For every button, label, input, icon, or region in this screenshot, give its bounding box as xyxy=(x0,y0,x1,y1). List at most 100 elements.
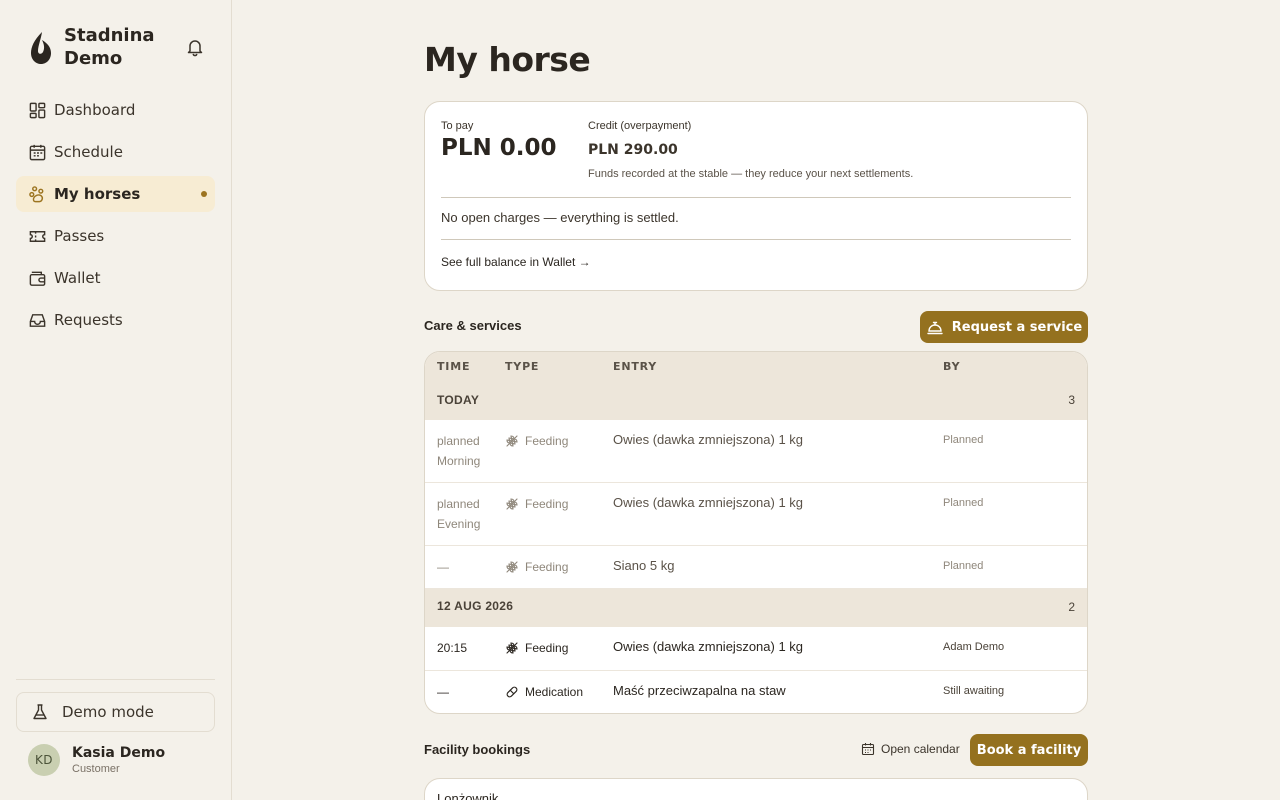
to-pay-value: PLN 0.00 xyxy=(441,135,557,161)
care-section-title: Care & services xyxy=(424,318,522,333)
grid-icon xyxy=(29,102,46,118)
time-cell: — xyxy=(437,560,449,574)
sidebar-divider xyxy=(16,679,215,680)
nav-label-passes: Passes xyxy=(54,227,105,245)
group-count: 2 xyxy=(1068,600,1075,614)
to-pay-label: To pay xyxy=(441,120,474,132)
nav-item-dashboard[interactable]: Dashboard xyxy=(16,92,215,128)
type-label: Feeding xyxy=(525,497,569,511)
type-cell: Medication xyxy=(505,682,583,702)
credit-value: PLN 290.00 xyxy=(588,142,678,158)
demo-mode-button[interactable]: Demo mode xyxy=(16,692,215,732)
flask-icon xyxy=(33,704,47,720)
brand[interactable]: Stadnina Demo xyxy=(28,24,174,70)
wheat-icon xyxy=(506,498,518,510)
sidebar-nav: Dashboard Schedule My horses Passes Wall… xyxy=(16,92,215,344)
credit-note: Funds recorded at the stable — they redu… xyxy=(588,168,914,180)
entry-cell: Owies (dawka zmniejszona) 1 kg xyxy=(613,432,804,447)
bell-icon[interactable] xyxy=(185,37,205,57)
wheat-icon xyxy=(506,561,518,573)
wallet-icon xyxy=(29,271,46,286)
table-row[interactable]: — Feeding Siano 5 kg Planned xyxy=(425,546,1087,589)
nav-item-schedule[interactable]: Schedule xyxy=(16,134,215,170)
group-row-date: 12 AUG 2026 2 xyxy=(425,589,1087,627)
by-cell: Planned xyxy=(943,434,984,446)
booking-item[interactable]: Lonżownik xyxy=(437,791,498,800)
nav-label-requests: Requests xyxy=(54,311,123,329)
user-role: Customer xyxy=(72,762,120,775)
nav-item-wallet[interactable]: Wallet xyxy=(16,260,215,296)
table-row[interactable]: 20:15 Feeding Owies (dawka zmniejszona) … xyxy=(425,627,1087,671)
by-cell: Planned xyxy=(943,560,984,572)
active-indicator-dot xyxy=(201,191,207,197)
inbox-icon xyxy=(29,313,46,327)
wallet-link[interactable]: See full balance in Wallet → xyxy=(441,255,591,269)
nav-label-schedule: Schedule xyxy=(54,143,123,161)
type-cell: Feeding xyxy=(505,431,568,451)
request-service-button[interactable]: Request a service xyxy=(920,311,1088,343)
bookings-card: Lonżownik xyxy=(424,778,1088,800)
bookings-section-title: Facility bookings xyxy=(424,742,531,757)
by-cell: Planned xyxy=(943,497,984,509)
nav-label-wallet: Wallet xyxy=(54,269,101,287)
column-header-time: TIME xyxy=(437,360,471,373)
time-status: planned xyxy=(437,434,480,448)
nav-item-my-horses[interactable]: My horses xyxy=(16,176,215,212)
page-title: My horse xyxy=(424,40,591,79)
type-cell: Feeding xyxy=(505,494,568,514)
user-name: Kasia Demo xyxy=(72,744,166,761)
column-header-type: TYPE xyxy=(505,360,540,373)
entry-cell: Owies (dawka zmniejszona) 1 kg xyxy=(613,495,804,510)
nav-item-passes[interactable]: Passes xyxy=(16,218,215,254)
time-slot: Evening xyxy=(437,517,481,531)
time-cell: planned Morning xyxy=(437,431,480,471)
group-count: 3 xyxy=(1068,393,1075,407)
group-label: TODAY xyxy=(437,393,480,407)
calendar-icon xyxy=(29,144,46,160)
entry-cell: Siano 5 kg xyxy=(613,558,675,573)
table-row[interactable]: — Medication Maść przeciwzapalna na staw… xyxy=(425,671,1087,713)
time-status: planned xyxy=(437,497,480,511)
sidebar: Stadnina Demo Dashboard Schedule My hors… xyxy=(0,0,232,800)
calendar-icon xyxy=(861,743,875,756)
credit-label: Credit (overpayment) xyxy=(588,120,692,132)
nav-label-my-horses: My horses xyxy=(54,185,141,203)
time-cell: 20:15 xyxy=(437,641,468,655)
type-cell: Feeding xyxy=(505,557,568,577)
time-slot: Morning xyxy=(437,454,481,468)
nav-item-requests[interactable]: Requests xyxy=(16,302,215,338)
user-profile[interactable]: KD Kasia Demo Customer xyxy=(28,744,165,776)
open-calendar-link[interactable]: Open calendar xyxy=(861,742,960,756)
nav-label-dashboard: Dashboard xyxy=(54,101,136,119)
group-label: 12 AUG 2026 xyxy=(437,599,514,613)
service-bell-icon xyxy=(927,321,943,335)
ticket-icon xyxy=(29,230,46,242)
care-table: TIME TYPE ENTRY BY TODAY 3 planned Morni… xyxy=(424,351,1088,714)
book-facility-button[interactable]: Book a facility xyxy=(970,734,1088,766)
type-cell: Feeding xyxy=(505,638,568,658)
type-label: Feeding xyxy=(525,641,569,655)
table-header: TIME TYPE ENTRY BY xyxy=(425,352,1087,382)
table-row[interactable]: planned Morning Feeding Owies (dawka zmn… xyxy=(425,420,1087,483)
by-cell: Adam Demo xyxy=(943,641,1005,653)
request-service-label: Request a service xyxy=(951,319,1083,335)
column-header-entry: ENTRY xyxy=(613,360,658,373)
horseshoe-icon xyxy=(29,185,44,202)
demo-mode-label: Demo mode xyxy=(62,703,154,721)
group-row-today: TODAY 3 xyxy=(425,382,1087,420)
type-label: Feeding xyxy=(525,560,569,574)
column-header-by: BY xyxy=(943,360,961,373)
brand-name: Stadnina Demo xyxy=(64,25,155,69)
type-label: Feeding xyxy=(525,434,569,448)
drop-logo-icon xyxy=(31,32,51,64)
pill-icon xyxy=(506,686,518,698)
entry-cell: Owies (dawka zmniejszona) 1 kg xyxy=(613,639,804,654)
table-row[interactable]: planned Evening Feeding Owies (dawka zmn… xyxy=(425,483,1087,546)
type-label: Medication xyxy=(525,685,584,699)
wheat-icon xyxy=(506,435,518,447)
time-cell: planned Evening xyxy=(437,494,480,534)
book-facility-label: Book a facility xyxy=(976,742,1082,758)
avatar: KD xyxy=(28,744,60,776)
balance-divider xyxy=(441,197,1071,198)
open-calendar-label: Open calendar xyxy=(881,742,960,756)
